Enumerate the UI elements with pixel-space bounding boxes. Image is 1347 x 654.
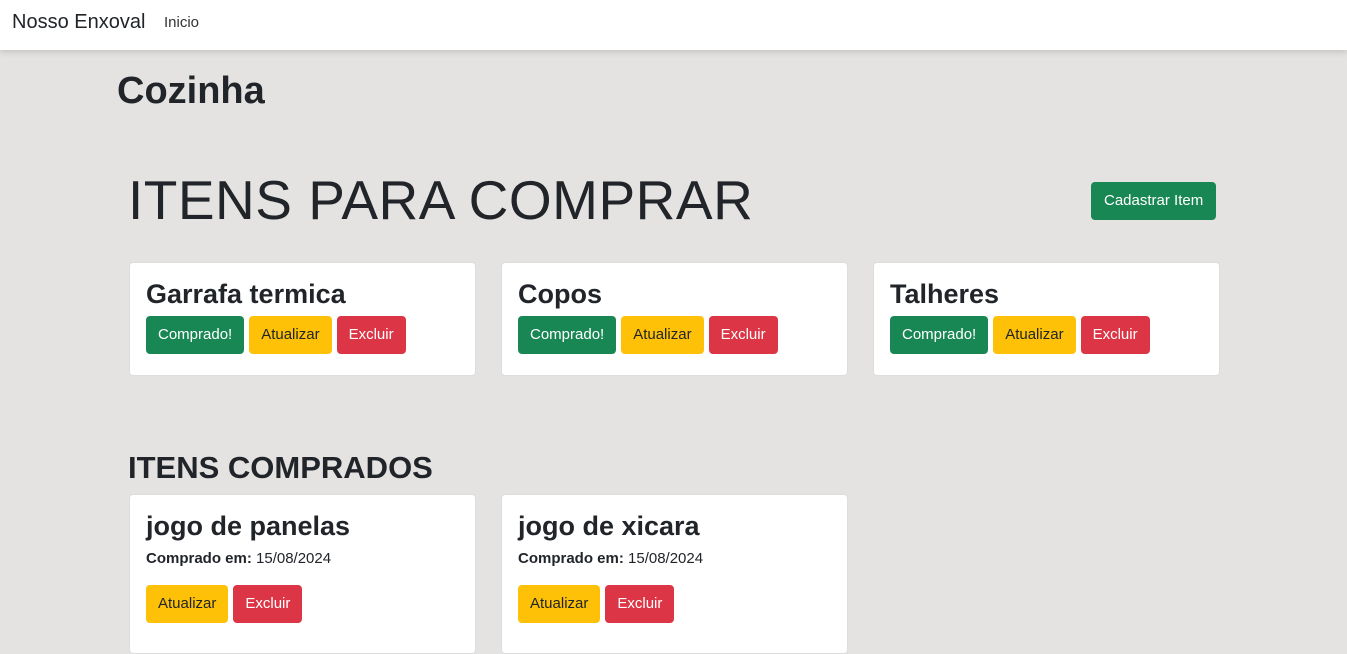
navbar-brand[interactable]: Nosso Enxoval	[12, 11, 145, 34]
item-name: Talheres	[890, 279, 1000, 309]
bought-button[interactable]: Comprado!	[146, 316, 245, 354]
bought-button[interactable]: Comprado!	[518, 316, 617, 354]
date-value: 15/08/2024	[256, 550, 332, 567]
nav-link-inicio[interactable]: Inicio	[164, 14, 199, 31]
purchase-date: Comprado em: 15/08/2024	[518, 550, 831, 567]
item-name: jogo de xicara	[518, 511, 700, 541]
bought-item-card: jogo de xicara Comprado em: 15/08/2024 A…	[501, 494, 848, 654]
purchase-date: Comprado em: 15/08/2024	[146, 550, 459, 567]
update-button[interactable]: Atualizar	[146, 585, 229, 623]
delete-button[interactable]: Excluir	[708, 316, 778, 354]
update-button[interactable]: Atualizar	[621, 316, 704, 354]
item-card: Garrafa termica Comprado! Atualizar Exclui…	[129, 262, 476, 376]
navbar: Nosso Enxoval Inicio	[0, 0, 1347, 50]
date-value: 15/08/2024	[628, 550, 704, 567]
category-title: Cozinha	[117, 70, 265, 112]
delete-button[interactable]: Excluir	[233, 585, 303, 623]
item-name: jogo de panelas	[146, 511, 351, 541]
bought-item-card: jogo de panelas Comprado em: 15/08/2024 …	[129, 494, 476, 654]
to-buy-heading: ITENS PARA COMPRAR	[128, 169, 754, 231]
bought-heading: ITENS COMPRADOS	[128, 450, 433, 485]
date-label: Comprado em:	[518, 550, 624, 567]
update-button[interactable]: Atualizar	[518, 585, 601, 623]
delete-button[interactable]: Excluir	[605, 585, 675, 623]
item-card: Copos Comprado! Atualizar Excluir	[501, 262, 848, 376]
update-button[interactable]: Atualizar	[993, 316, 1076, 354]
item-name: Garrafa termica	[146, 279, 346, 309]
delete-button[interactable]: Excluir	[1080, 316, 1150, 354]
add-item-button[interactable]: Cadastrar Item	[1091, 182, 1217, 220]
delete-button[interactable]: Excluir	[336, 316, 406, 354]
item-card: Talheres Comprado! Atualizar Excluir	[873, 262, 1220, 376]
item-name: Copos	[518, 279, 602, 309]
bought-button[interactable]: Comprado!	[890, 316, 989, 354]
date-label: Comprado em:	[146, 550, 252, 567]
update-button[interactable]: Atualizar	[249, 316, 332, 354]
